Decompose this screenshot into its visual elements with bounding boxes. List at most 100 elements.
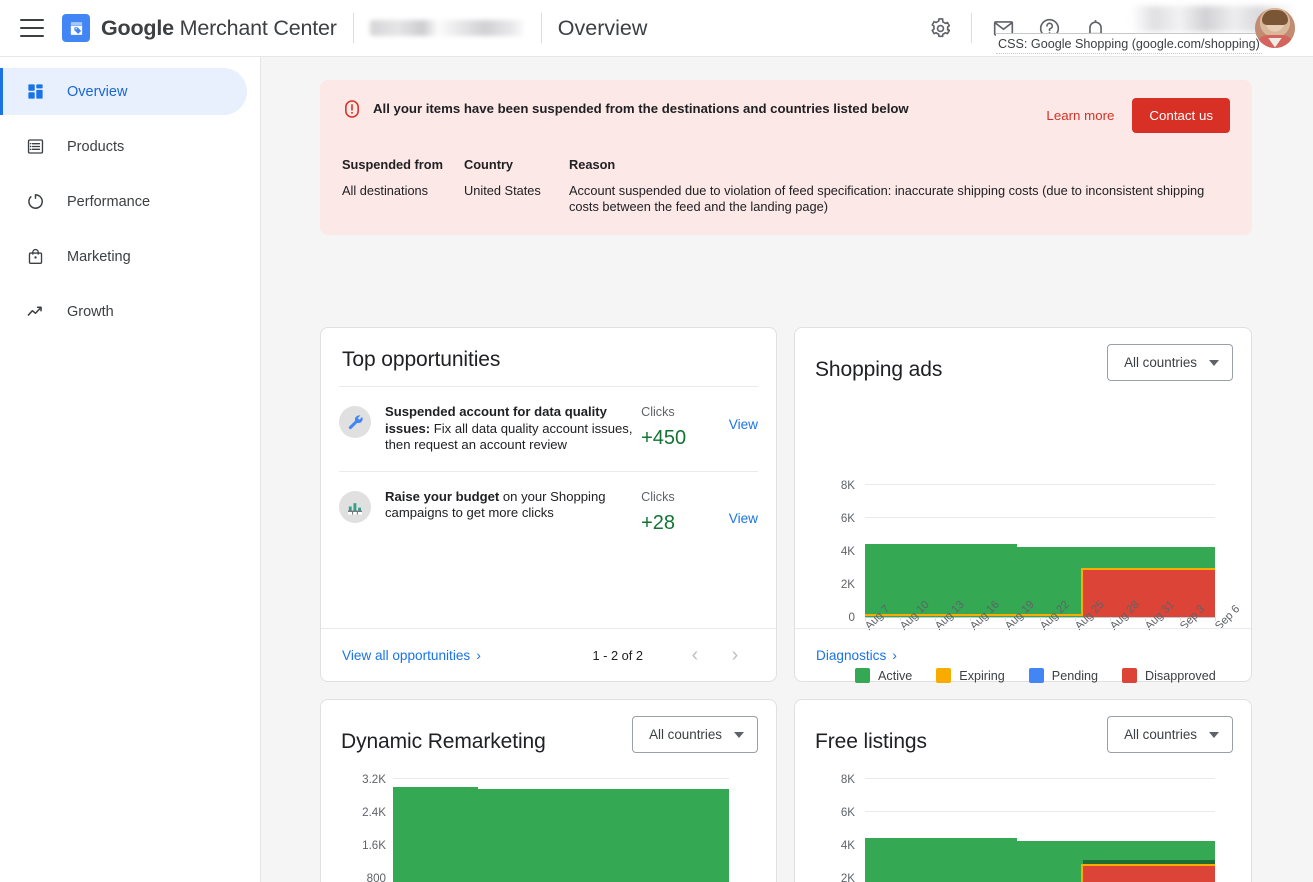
shopping-ads-chart: 8K 6K 4K 2K 0 Aug 7 Aug 10 Aug 13 Aug 16…: [795, 406, 1253, 632]
gear-icon[interactable]: [917, 5, 963, 51]
view-link[interactable]: View: [729, 404, 758, 432]
css-label: CSS: Google Shopping (google.com/shoppin…: [996, 32, 1262, 54]
card-title: Free listings: [815, 730, 927, 753]
y-tick-label: 4K: [840, 839, 855, 852]
card-header: Top opportunities: [321, 328, 776, 372]
metric-label: Clicks: [641, 489, 675, 504]
app-header: Google Merchant Center Overview CSS: Goo…: [0, 0, 1313, 57]
view-all-opportunities-link[interactable]: View all opportunities ›: [342, 647, 481, 663]
country-filter-dropdown[interactable]: All countries: [632, 716, 758, 753]
account-switcher[interactable]: CSS: Google Shopping (google.com/shoppin…: [996, 0, 1299, 57]
brand-light: Merchant Center: [173, 15, 337, 40]
y-tick-label: 8K: [840, 479, 855, 492]
pagination-count: 1 - 2 of 2: [592, 647, 643, 663]
chevron-right-icon: ›: [892, 647, 897, 663]
sidebar-item-label: Performance: [67, 193, 151, 210]
chevron-down-icon: [1209, 731, 1219, 738]
learn-more-link[interactable]: Learn more: [1046, 108, 1114, 123]
column-reason: Reason Account suspended due to violatio…: [569, 157, 1230, 215]
contact-us-button[interactable]: Contact us: [1132, 98, 1230, 133]
opportunity-title-bold: Raise your budget: [385, 488, 500, 504]
sidebar-item-growth[interactable]: Growth: [0, 288, 247, 335]
chevron-left-icon[interactable]: ‹: [675, 635, 715, 675]
cell-suspended-from: All destinations: [342, 183, 429, 198]
card-header: Shopping ads All countries: [795, 328, 1251, 382]
column-header: Country: [464, 157, 514, 172]
alert-message: All your items have been suspended from …: [373, 101, 909, 116]
chart-plot-area: [393, 778, 729, 882]
view-link[interactable]: View: [729, 489, 758, 526]
nav-spacer-1: [0, 115, 260, 123]
country-filter-dropdown[interactable]: All countries: [1107, 716, 1233, 753]
free-listings-card: Free listings All countries 8K 6K 4K 2K …: [794, 699, 1252, 882]
suspension-alert-banner: All your items have been suspended from …: [320, 80, 1252, 235]
y-tick-label: 800: [366, 872, 386, 882]
sidebar-item-performance[interactable]: Performance: [0, 178, 247, 225]
cell-country: United States: [464, 183, 541, 198]
chart-plot-area: [865, 778, 1215, 882]
hamburger-icon[interactable]: [20, 19, 44, 37]
chevron-right-icon: ›: [476, 647, 481, 663]
sidebar-item-products[interactable]: Products: [0, 123, 247, 170]
diagnostics-link[interactable]: Diagnostics ›: [816, 647, 897, 663]
sidebar-item-label: Marketing: [67, 248, 131, 265]
card-footer: View all opportunities › 1 - 2 of 2 ‹ ›: [321, 628, 776, 681]
y-tick-label: 6K: [840, 806, 855, 819]
suspension-details-table: Suspended from All destinations Country …: [342, 157, 1230, 215]
main-content: All your items have been suspended from …: [261, 57, 1313, 882]
nav-spacer-4: [0, 280, 260, 288]
opportunity-metric: Clicks +450: [641, 404, 729, 450]
card-title: Dynamic Remarketing: [341, 730, 546, 753]
series-area-active: [478, 789, 729, 882]
brand-logo-and-title[interactable]: Google Merchant Center: [62, 14, 337, 42]
card-footer: Diagnostics ›: [795, 628, 1251, 681]
y-tick-label: 2K: [840, 578, 855, 591]
dashboard-icon: [25, 81, 46, 102]
avatar[interactable]: [1255, 7, 1295, 48]
series-area-active: [393, 787, 478, 882]
cell-reason: Account suspended due to violation of fe…: [569, 183, 1205, 214]
column-header: Suspended from: [342, 157, 443, 172]
sidebar-item-marketing[interactable]: Marketing: [0, 233, 247, 280]
metric-label: Clicks: [641, 405, 675, 419]
chart-plot-area: [865, 484, 1215, 617]
shopping-ads-card: Shopping ads All countries 8K 6K 4K 2K 0: [794, 327, 1253, 683]
page-title: Overview: [557, 15, 648, 40]
column-suspended-from: Suspended from All destinations: [342, 157, 464, 215]
card-header: Free listings All countries: [795, 700, 1251, 754]
chevron-down-icon: [734, 731, 744, 738]
opportunity-text: Suspended account for data quality issue…: [385, 404, 637, 454]
wrench-icon: [339, 406, 371, 438]
y-tick-label: 0: [848, 611, 855, 624]
metric-value: +450: [641, 427, 687, 449]
dynamic-remarketing-chart: 3.2K 2.4K 1.6K 800 0 Aug Aug: [321, 773, 778, 882]
nav-spacer-3: [0, 225, 260, 233]
header-divider-3: [971, 13, 972, 43]
chevron-down-icon: [1209, 359, 1219, 366]
header-divider-1: [352, 13, 354, 43]
opportunity-metric: Clicks +28: [641, 489, 729, 535]
products-list-icon: [25, 136, 46, 157]
marketing-bag-icon: [25, 246, 46, 267]
country-filter-dropdown[interactable]: All countries: [1107, 344, 1233, 381]
pagination: 1 - 2 of 2 ‹ ›: [592, 635, 755, 675]
alert-actions: Learn more Contact us: [1022, 98, 1230, 133]
free-listings-chart: 8K 6K 4K 2K 0: [795, 773, 1253, 882]
account-name-redacted: [369, 20, 525, 36]
sidebar-item-overview[interactable]: Overview: [0, 68, 247, 115]
card-header: Dynamic Remarketing All countries: [321, 700, 776, 754]
link-label: Diagnostics: [816, 647, 887, 663]
y-tick-label: 8K: [840, 773, 855, 786]
brand-title: Google Merchant Center: [101, 16, 337, 41]
series-line-expiring: [1081, 568, 1215, 570]
link-label: View all opportunities: [342, 647, 471, 663]
sidebar-item-label: Products: [67, 138, 125, 155]
column-header: Reason: [569, 157, 616, 172]
opportunity-row[interactable]: Raise your budget on your Shopping campa…: [321, 472, 776, 552]
opportunity-row[interactable]: Suspended account for data quality issue…: [321, 387, 776, 471]
chevron-right-icon[interactable]: ›: [715, 635, 755, 675]
header-divider-2: [540, 13, 542, 43]
y-tick-label: 2K: [840, 872, 855, 882]
header-actions: CSS: Google Shopping (google.com/shoppin…: [917, 0, 1313, 56]
nav-spacer-2: [0, 170, 260, 178]
